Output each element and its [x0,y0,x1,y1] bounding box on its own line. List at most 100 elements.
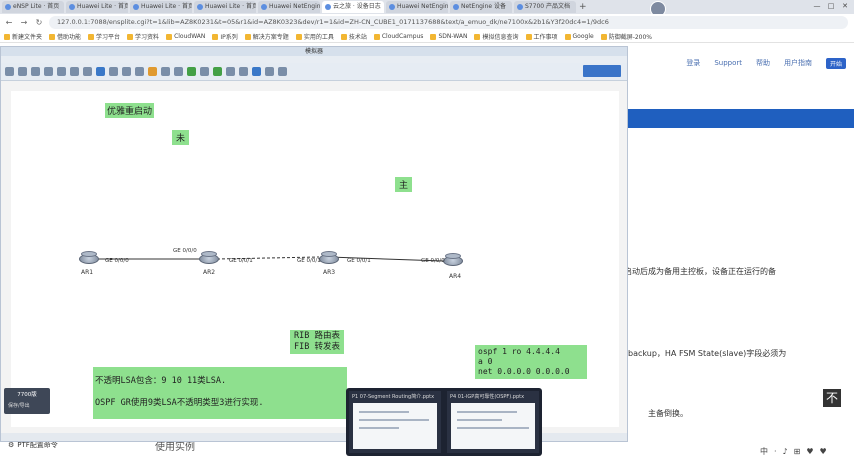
ensp-menu-bar [1,56,627,63]
topology-canvas[interactable]: 优雅重启动 未 主 AR1 AR2 AR3 AR4 GE 0/0/0 GE 0/… [11,91,619,427]
cloud-icon[interactable] [252,67,261,76]
preview-window[interactable]: P1 07-Segment Routing简介.pptx [349,391,441,453]
bookmark-item[interactable]: 实用的工具 [295,32,334,41]
gear-icon: ⚙ [8,441,15,449]
interface-label: GE 0/0/1 [347,258,371,264]
window-controls: — □ ✕ [812,2,850,11]
bookmark-item[interactable]: 学习资料 [127,32,159,41]
new-tab-icon[interactable]: + [579,2,587,12]
bookmark-item[interactable]: Google [564,33,594,40]
input-method-icon[interactable]: 中 [760,446,768,457]
floating-panel: 7700版 保存/导出 [4,388,50,414]
interface-label: GE 0/0/0 [173,248,197,254]
forward-icon[interactable]: → [19,18,29,27]
reload-icon[interactable]: ↻ [34,18,44,27]
annotation-opaque-lsa[interactable]: 不透明LSA包含：9 10 11类LSA. OSPF GR使用9类LSA不透明类… [93,367,347,419]
ensp-title: 模拟器 [1,47,627,56]
new-topology-icon[interactable] [5,67,14,76]
browser-tab-active[interactable]: 云之旅 · 设备日志 [322,1,384,13]
back-to-top-button[interactable]: 不 [823,389,841,407]
browser-tab[interactable]: Huawei Lite · 首页 [130,1,192,13]
bookmark-item[interactable]: SDN-WAN [430,33,467,40]
site-nav-link[interactable]: Support [714,59,742,67]
save-as-icon[interactable] [44,67,53,76]
browser-tab[interactable]: NetEngine 设备 [450,1,512,13]
redo-icon[interactable] [83,67,92,76]
annotation-master[interactable]: 主 [395,177,413,192]
delete-link-icon[interactable] [135,67,144,76]
capture-icon[interactable] [213,67,222,76]
site-nav-link[interactable]: 用户指南 [784,58,812,68]
bookmark-item[interactable]: 模拟信息查询 [474,32,519,41]
interface-icon[interactable] [174,67,183,76]
annotation-gr[interactable]: 优雅重启动 [105,103,155,118]
bookmark-item[interactable]: CloudCampus [373,33,423,40]
browser-tab[interactable]: Huawei NetEngine [258,1,320,13]
bookmark-item[interactable]: 借助功能 [49,32,81,41]
open-icon[interactable] [18,67,27,76]
router-icon-top [321,251,337,257]
router-ar1[interactable] [79,251,99,265]
browser-tab[interactable]: S7700 产品文档 [514,1,576,13]
interface-label: GE 0/0/0 [105,258,129,264]
browser-tab[interactable]: eNSP Lite · 首页 [2,1,64,13]
back-icon[interactable]: ← [4,18,14,27]
save-icon[interactable] [31,67,40,76]
minimize-icon[interactable]: — [812,2,822,11]
maximize-icon[interactable]: □ [826,2,836,11]
router-ar3[interactable] [319,251,339,265]
folder-icon [474,33,481,40]
print-icon[interactable] [57,67,66,76]
settings-icon[interactable] [265,67,274,76]
grid-icon[interactable]: ⊞ [794,447,801,456]
bookmark-item[interactable]: 学习平台 [88,32,120,41]
pan-icon[interactable] [109,67,118,76]
select-icon[interactable] [96,67,105,76]
browser-tab[interactable]: Huawei Lite · 首页 [194,1,256,13]
bookmark-item[interactable]: 新建文件夹 [4,32,42,41]
bookmark-item[interactable]: 技术站 [340,32,367,41]
undo-icon[interactable] [70,67,79,76]
router-ar4[interactable] [443,253,463,267]
stop-device-icon[interactable] [200,67,209,76]
help-icon[interactable] [278,67,287,76]
url-input[interactable]: 127.0.0.1:7088/ensplite.cgi?t=1&lib=AZ8K… [49,16,848,29]
site-nav-link[interactable]: 登录 [686,58,700,68]
router-icon-top [201,251,217,257]
bookmark-item[interactable]: IP系列 [212,32,238,41]
bookmark-item[interactable]: 工作事项 [525,32,558,41]
login-button[interactable]: 开始 [825,57,846,69]
router-ar2[interactable] [199,251,219,265]
bookmark-item[interactable]: CloudWAN [166,33,205,40]
folder-icon [525,33,532,40]
topology-icon[interactable] [226,67,235,76]
site-nav-link[interactable]: 帮助 [756,58,770,68]
shape-icon[interactable] [161,67,170,76]
folder-icon [88,33,95,40]
start-device-icon[interactable] [187,67,196,76]
heart-icon[interactable]: ♥ [820,447,827,456]
router-label: AR3 [323,269,336,276]
panel-export-button[interactable]: 保存/导出 [4,402,50,409]
folder-icon [49,33,56,40]
ensp-toolbar [1,63,627,81]
ensp-window: 模拟器 优雅重启动 未 主 AR1 AR2 AR3 AR4 GE 0/0/0 G… [0,46,628,442]
annotation-standby[interactable]: 未 [172,130,190,145]
heart-icon[interactable]: ♥ [806,447,813,456]
browser-tab[interactable]: Huawei Lite · 首页 [66,1,128,13]
ensp-panel-button[interactable] [583,65,621,77]
separator-icon: · [774,447,777,456]
annotation-ospf-config[interactable]: ospf 1 ro 4.4.4.4 a 0 net 0.0.0.0 0.0.0.… [475,345,587,379]
close-icon[interactable]: ✕ [840,2,850,11]
audio-icon[interactable]: ♪ [783,447,788,456]
annotation-rib-fib[interactable]: RIB 路由表 FIB 转发表 [290,330,344,354]
palette-icon[interactable] [239,67,248,76]
bookmark-item[interactable]: 解决方案专题 [244,32,289,41]
bookmark-item[interactable]: 防御截屏-200% [600,32,652,41]
folder-icon [212,33,219,40]
preview-window[interactable]: P4 01-IGP高可靠性(OSPF).pptx [447,391,539,453]
delete-icon[interactable] [122,67,131,76]
doc-text-line: ，且启动后成为备用主控板，设备正在运行的备 [608,267,776,276]
browser-tab[interactable]: Huawei NetEngine [386,1,448,13]
text-icon[interactable] [148,67,157,76]
